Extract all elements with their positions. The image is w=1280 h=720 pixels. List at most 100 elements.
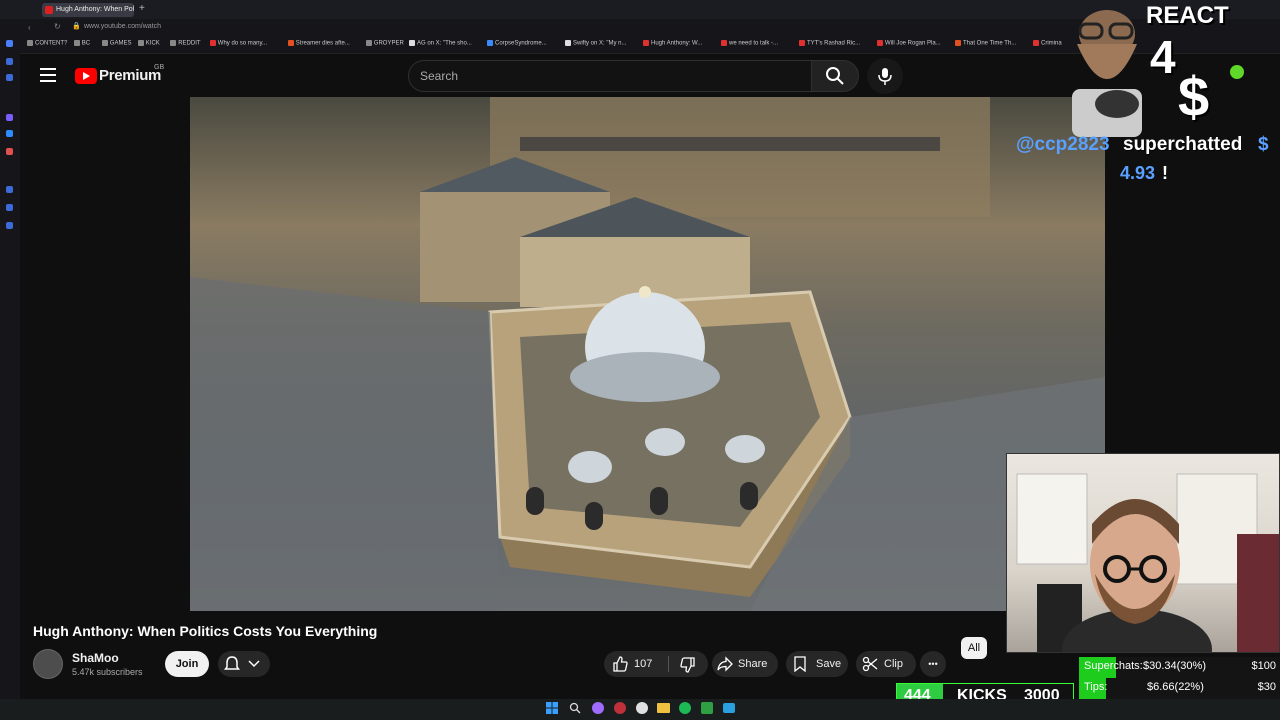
bookmark-item[interactable]: AG on X: "The sho... xyxy=(409,40,472,47)
save-button[interactable]: Save xyxy=(786,651,848,677)
back-icon[interactable]: ‹ xyxy=(28,23,31,32)
chevron-down-icon xyxy=(248,660,260,668)
bookmark-item[interactable]: BC xyxy=(73,40,90,47)
sidebar-icon[interactable] xyxy=(6,58,13,65)
windows-start-icon[interactable] xyxy=(546,702,558,714)
more-actions-button[interactable]: ••• xyxy=(920,651,946,677)
goal-value: $6.66(22%) xyxy=(1147,681,1204,693)
bookmark-item[interactable]: TYT's Rashad Ric... xyxy=(799,40,860,47)
bookmark-item[interactable]: GAMES xyxy=(101,40,132,47)
scissors-icon xyxy=(862,656,878,672)
bookmark-label: TYT's Rashad Ric... xyxy=(807,40,861,47)
bookmark-favicon-icon xyxy=(27,40,33,46)
bookmark-label: AG on X: "The sho... xyxy=(417,40,472,47)
search-input[interactable] xyxy=(408,60,812,92)
bookmark-icon xyxy=(794,656,806,672)
superchat-username: @ccp2823 xyxy=(1016,134,1110,155)
react-title: REACT xyxy=(1146,2,1229,29)
hamburger-menu-icon[interactable] xyxy=(40,68,56,82)
sidebar-icon[interactable] xyxy=(6,204,13,211)
bookmark-item[interactable]: Swifty on X: "My n... xyxy=(565,40,626,47)
bookmark-favicon-icon xyxy=(209,40,216,46)
notifications-button[interactable] xyxy=(218,651,270,677)
goal-value: $30.34(30%) xyxy=(1143,660,1206,672)
bookmark-item[interactable]: GROYPER xyxy=(365,40,404,47)
channel-name[interactable]: ShaMoo xyxy=(72,651,119,665)
microphone-icon xyxy=(878,68,892,85)
sidebar-icon[interactable] xyxy=(6,40,13,47)
telegram-icon[interactable] xyxy=(723,703,735,713)
bookmark-item[interactable]: Streamer dies afte... xyxy=(287,40,350,47)
green-light-icon xyxy=(1230,65,1244,79)
bookmark-label: KICK xyxy=(145,40,160,47)
bookmark-label: Why do so many... xyxy=(217,40,268,47)
sidebar-icon[interactable] xyxy=(6,74,13,81)
bookmark-label: GAMES xyxy=(109,40,132,47)
superchat-currency: $ xyxy=(1258,134,1269,155)
bookmark-favicon-icon xyxy=(1033,40,1039,46)
browser-tab-active[interactable]: Hugh Anthony: When Poli xyxy=(42,3,134,17)
new-tab-button[interactable]: + xyxy=(139,3,145,14)
sidebar-icon[interactable] xyxy=(6,148,13,155)
browser-taskbar-icon[interactable] xyxy=(592,702,604,714)
goal-target: $100 xyxy=(1251,660,1276,672)
bookmark-favicon-icon xyxy=(409,40,415,46)
bookmark-favicon-icon xyxy=(721,40,727,46)
bearded-mascot-icon xyxy=(1072,10,1142,137)
bookmark-item[interactable]: Hugh Anthony: W... xyxy=(643,40,702,47)
file-explorer-icon[interactable] xyxy=(657,703,670,713)
bookmark-item[interactable]: we need to talk -... xyxy=(721,40,778,47)
search-button[interactable] xyxy=(811,60,859,92)
app-taskbar-icon[interactable] xyxy=(614,702,626,714)
bookmark-item[interactable]: REDDIT xyxy=(170,40,201,47)
dislike-button[interactable] xyxy=(672,651,708,677)
share-button[interactable]: Share xyxy=(712,651,778,677)
bookmark-item[interactable]: That One Time Th... xyxy=(955,40,1016,47)
bookmark-item[interactable]: KICK xyxy=(137,40,160,47)
superchat-amount: 4.93 xyxy=(1120,163,1156,183)
bell-icon xyxy=(224,656,240,670)
share-icon xyxy=(717,656,733,672)
sidebar-icon[interactable] xyxy=(6,222,13,229)
bookmark-label: That One Time Th... xyxy=(963,40,1017,47)
like-button[interactable]: 107 xyxy=(604,651,668,677)
bookmark-label: GROYPER xyxy=(373,40,404,47)
taskbar-search-icon[interactable] xyxy=(569,702,581,714)
bookmark-favicon-icon xyxy=(73,40,80,46)
reload-icon[interactable]: ↻ xyxy=(54,22,61,31)
url-field[interactable]: www.youtube.com/watch xyxy=(84,23,161,30)
bookmark-favicon-icon xyxy=(565,40,571,46)
search-icon xyxy=(826,67,844,85)
goal-label: Superchats: xyxy=(1084,660,1143,672)
spotify-icon[interactable] xyxy=(679,702,691,714)
sidebar-icon[interactable] xyxy=(6,114,13,121)
bookmark-label: CONTENT? xyxy=(35,40,68,47)
bookmark-favicon-icon xyxy=(877,40,883,46)
play-triangle-icon xyxy=(83,72,90,80)
app-taskbar-icon[interactable] xyxy=(636,702,648,714)
streamer-webcam-image xyxy=(1016,473,1279,652)
video-player[interactable] xyxy=(190,97,1105,611)
search-placeholder: Search xyxy=(420,69,459,83)
bookmark-item[interactable]: Crimina xyxy=(1033,40,1062,47)
voice-search-button[interactable] xyxy=(867,58,903,94)
youtube-premium-label[interactable]: Premium xyxy=(99,67,161,84)
join-button[interactable]: Join xyxy=(165,651,209,677)
clip-button[interactable]: Clip xyxy=(856,651,916,677)
bookmark-item[interactable]: CorpseSyndrome... xyxy=(487,40,547,47)
react-number: 4 xyxy=(1150,31,1176,83)
like-divider xyxy=(668,656,669,672)
bookmark-favicon-icon xyxy=(955,40,961,46)
filter-chip-all[interactable]: All xyxy=(961,637,987,659)
lock-icon: 🔒 xyxy=(72,23,81,30)
bookmark-item[interactable]: CONTENT? xyxy=(27,40,67,47)
bookmark-item[interactable]: Will Joe Rogan Pla... xyxy=(877,40,941,47)
sidebar-icon[interactable] xyxy=(6,130,13,137)
bookmark-favicon-icon xyxy=(287,40,294,46)
channel-avatar[interactable] xyxy=(33,649,63,679)
bookmark-favicon-icon xyxy=(799,40,805,46)
sidebar-icon[interactable] xyxy=(6,186,13,193)
xbox-icon[interactable] xyxy=(701,702,713,714)
bookmark-item[interactable]: Why do so many... xyxy=(209,40,268,47)
bookmark-favicon-icon xyxy=(170,40,177,46)
